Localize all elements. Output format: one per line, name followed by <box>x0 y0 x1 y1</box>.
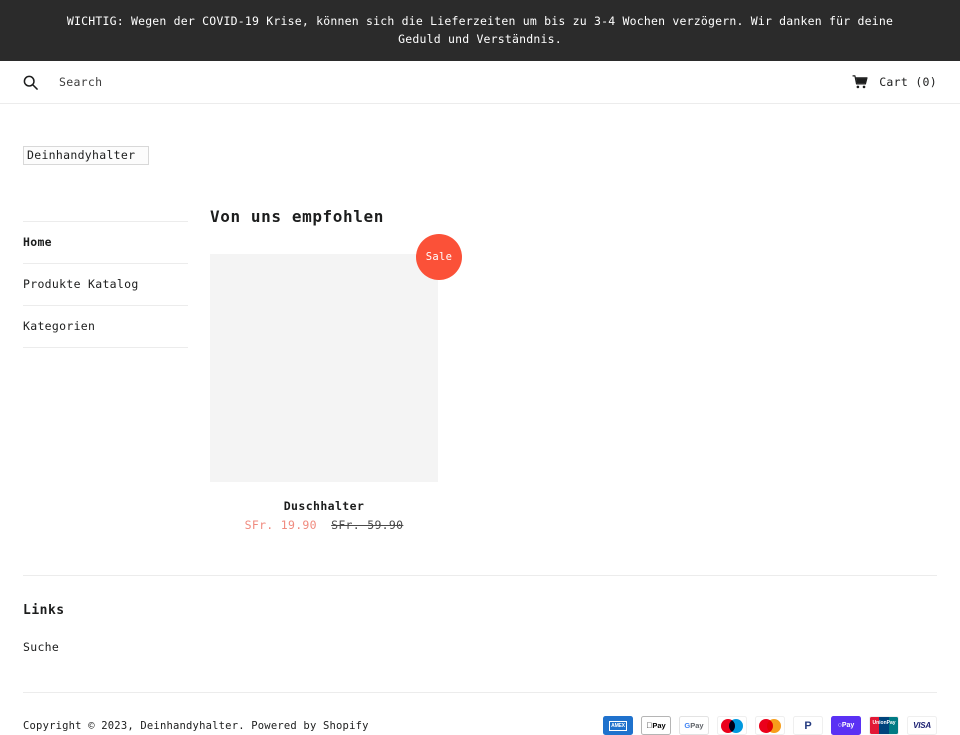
cart-label: Cart (0) <box>879 75 937 89</box>
unionpay-icon: UnionPay <box>869 716 899 735</box>
search-group <box>23 75 319 90</box>
search-icon[interactable] <box>23 75 38 90</box>
amex-icon: AMEX <box>603 716 633 735</box>
visa-icon: VISA <box>907 716 937 735</box>
shop-pay-icon: ○ Pay <box>831 716 861 735</box>
sidebar-item-produkte-katalog[interactable]: Produkte Katalog <box>23 264 188 306</box>
mastercard-icon <box>755 716 785 735</box>
sidebar-item-home[interactable]: Home <box>23 222 188 264</box>
store-logo-alt-text[interactable]: Deinhandyhalter <box>23 146 150 165</box>
footer-top-divider <box>23 575 937 576</box>
paypal-label: P <box>804 719 812 732</box>
search-input[interactable] <box>59 75 319 89</box>
apple-pay-icon: Pay <box>641 716 671 735</box>
logo-row: Deinhandyhalter <box>0 104 960 165</box>
shop-pay-label: Pay <box>841 722 855 729</box>
sale-badge: Sale <box>416 234 462 280</box>
footer-links-title: Links <box>23 603 65 618</box>
announcement-bar: WICHTIG: Wegen der COVID-19 Krise, könne… <box>0 0 960 61</box>
compare-at-price: SFr. 59.90 <box>331 518 404 532</box>
product-prices: SFr. 19.90 SFr. 59.90 <box>210 518 438 532</box>
product-title[interactable]: Duschhalter <box>210 499 438 513</box>
amex-label: AMEX <box>608 720 628 731</box>
sidebar-nav: Home Produkte Katalog Kategorien <box>23 221 188 532</box>
unionpay-label: UnionPay <box>872 720 896 726</box>
cart-icon <box>852 75 868 89</box>
cart-button[interactable]: Cart (0) <box>852 75 937 89</box>
announcement-text: WICHTIG: Wegen der COVID-19 Krise, könne… <box>66 14 894 46</box>
product-image[interactable] <box>210 254 438 482</box>
google-pay-icon: G Pay <box>679 716 709 735</box>
footer-bottom: Copyright © 2023, Deinhandyhalter. Power… <box>23 693 937 735</box>
apple-pay-label: Pay <box>649 721 665 730</box>
main-content: Home Produkte Katalog Kategorien Von uns… <box>0 165 960 532</box>
paypal-icon: P <box>793 716 823 735</box>
visa-label: VISA <box>913 721 931 730</box>
storefront-page: WICHTIG: Wegen der COVID-19 Krise, könne… <box>0 0 960 735</box>
mastercard-circles <box>759 718 781 733</box>
payment-icons: AMEX Pay GPay P ○Pay <box>603 716 937 735</box>
product-card[interactable]: Sale Duschhalter SFr. 19.90 SFr. 59.90 <box>210 234 462 532</box>
sidebar-item-kategorien[interactable]: Kategorien <box>23 306 188 348</box>
page-title: Von uns empfohlen <box>210 207 384 226</box>
product-grid: Sale Duschhalter SFr. 19.90 SFr. 59.90 <box>210 234 937 532</box>
sale-price: SFr. 19.90 <box>244 518 317 532</box>
site-footer: Links Suche Copyright © 2023, Deinhandyh… <box>0 575 960 735</box>
maestro-circles <box>721 718 743 733</box>
main-column: Von uns empfohlen Sale Duschhalter SFr. … <box>188 207 937 532</box>
site-header: Cart (0) <box>0 61 960 104</box>
footer-link-suche[interactable]: Suche <box>23 640 937 654</box>
maestro-icon <box>717 716 747 735</box>
google-pay-label: Pay <box>690 721 704 730</box>
copyright-text: Copyright © 2023, Deinhandyhalter. Power… <box>23 719 369 732</box>
